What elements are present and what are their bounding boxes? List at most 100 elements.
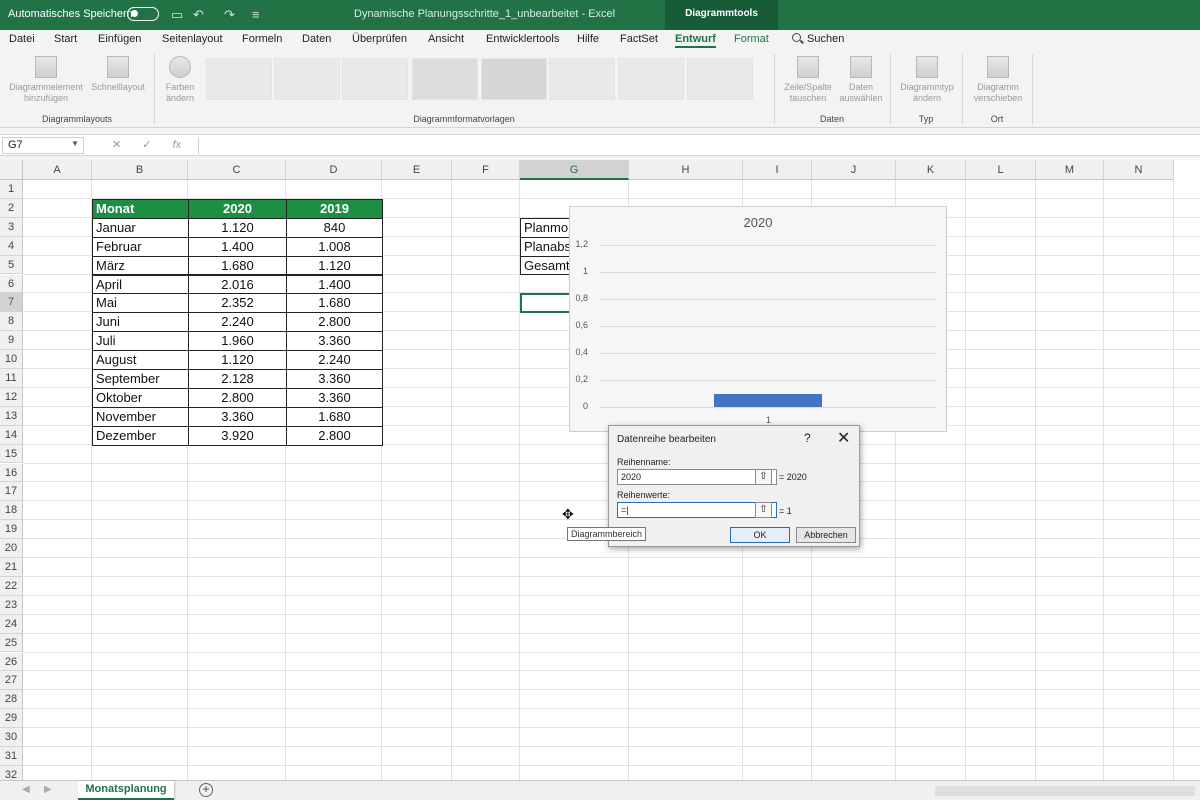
table-cell-2019[interactable]: 1.120 <box>286 255 383 276</box>
tab-hilfe[interactable]: Hilfe <box>577 33 599 45</box>
table-cell-2019[interactable]: 1.008 <box>286 236 383 257</box>
chart-style-3[interactable] <box>342 58 408 100</box>
row-header-32[interactable]: 32 <box>0 765 23 780</box>
row-header-5[interactable]: 5 <box>0 255 23 275</box>
cancel-icon[interactable]: ✕ <box>112 139 121 151</box>
row-header-1[interactable]: 1 <box>0 180 23 199</box>
row-header-24[interactable]: 24 <box>0 614 23 634</box>
save-icon[interactable]: ▭ <box>171 7 183 23</box>
table-cell-month[interactable]: Januar <box>92 217 189 238</box>
column-header-e[interactable]: E <box>382 160 452 180</box>
row-header-26[interactable]: 26 <box>0 652 23 672</box>
table-cell-2020[interactable]: 3.920 <box>188 425 287 446</box>
column-header-i[interactable]: I <box>743 160 812 180</box>
formula-input[interactable] <box>198 137 1196 154</box>
tab-entwurf[interactable]: Entwurf <box>675 33 716 48</box>
column-header-f[interactable]: F <box>452 160 520 180</box>
table-cell-2019[interactable]: 3.360 <box>286 387 383 408</box>
change-chart-type-button[interactable]: Diagrammtyp ändern <box>894 56 960 104</box>
table-cell-2020[interactable]: 3.360 <box>188 406 287 427</box>
table-header-cell[interactable]: Monat <box>92 198 189 219</box>
horizontal-scrollbar[interactable] <box>935 786 1195 796</box>
row-header-12[interactable]: 12 <box>0 387 23 407</box>
row-header-15[interactable]: 15 <box>0 444 23 464</box>
column-header-d[interactable]: D <box>286 160 382 180</box>
column-header-k[interactable]: K <box>896 160 966 180</box>
column-header-g[interactable]: G <box>520 160 629 180</box>
table-cell-month[interactable]: März <box>92 255 189 276</box>
table-cell-month[interactable]: Juni <box>92 312 189 333</box>
row-header-2[interactable]: 2 <box>0 198 23 218</box>
chart-title[interactable]: 2020 <box>570 215 946 230</box>
row-header-6[interactable]: 6 <box>0 274 23 294</box>
chart-style-1[interactable] <box>206 58 272 100</box>
row-header-19[interactable]: 19 <box>0 520 23 540</box>
table-header-cell[interactable]: 2020 <box>188 198 287 219</box>
column-header-n[interactable]: N <box>1104 160 1174 180</box>
name-box[interactable]: G7 ▼ <box>2 137 84 154</box>
column-header-m[interactable]: M <box>1036 160 1104 180</box>
tab-factset[interactable]: FactSet <box>620 33 658 45</box>
table-cell-2019[interactable]: 1.680 <box>286 293 383 314</box>
row-header-18[interactable]: 18 <box>0 501 23 521</box>
table-cell-2019[interactable]: 3.360 <box>286 369 383 389</box>
chevron-down-icon[interactable]: ▼ <box>71 139 79 148</box>
row-header-8[interactable]: 8 <box>0 312 23 332</box>
ok-button[interactable]: OK <box>730 527 790 543</box>
sheet-tab-monatsplanung[interactable]: Monatsplanung <box>78 781 174 800</box>
close-icon[interactable]: ✕ <box>837 428 850 448</box>
tab-entwicklertools[interactable]: Entwicklertools <box>486 33 559 45</box>
row-header-20[interactable]: 20 <box>0 539 23 558</box>
table-cell-2020[interactable]: 2.352 <box>188 293 287 314</box>
table-cell-2019[interactable]: 2.800 <box>286 312 383 333</box>
chart-style-6[interactable] <box>549 58 615 100</box>
table-cell-month[interactable]: Juli <box>92 331 189 352</box>
tab-daten[interactable]: Daten <box>302 33 331 45</box>
insert-function-icon[interactable]: fx <box>173 139 182 151</box>
table-cell-2019[interactable]: 840 <box>286 217 383 238</box>
table-cell-2020[interactable]: 1.120 <box>188 217 287 238</box>
row-header-7[interactable]: 7 <box>0 293 23 313</box>
column-header-b[interactable]: B <box>92 160 188 180</box>
row-header-3[interactable]: 3 <box>0 217 23 237</box>
chart-style-4[interactable] <box>412 58 478 100</box>
row-header-21[interactable]: 21 <box>0 558 23 577</box>
move-chart-button[interactable]: Diagramm verschieben <box>966 56 1030 104</box>
row-header-23[interactable]: 23 <box>0 595 23 615</box>
quick-layout-button[interactable]: Schnelllayout <box>88 56 148 93</box>
row-header-10[interactable]: 10 <box>0 350 23 369</box>
collapse-dialog-icon[interactable]: ⇧ <box>755 502 772 518</box>
row-header-28[interactable]: 28 <box>0 690 23 710</box>
customize-qat-icon[interactable]: ≡ <box>252 7 260 22</box>
table-cell-2020[interactable]: 2.128 <box>188 369 287 389</box>
row-header-30[interactable]: 30 <box>0 728 23 747</box>
chart-style-5[interactable] <box>481 58 547 100</box>
chart-area[interactable]: 2020 0 0,2 0,4 0,6 0,8 1 1,2 1 <box>569 206 947 432</box>
table-cell-month[interactable]: Dezember <box>92 425 189 446</box>
tab-start[interactable]: Start <box>54 33 77 45</box>
table-cell-2020[interactable]: 2.800 <box>188 387 287 408</box>
undo-icon[interactable]: ↶ <box>193 7 204 23</box>
series-values-input[interactable]: =| <box>617 502 777 518</box>
autosave-toggle[interactable] <box>127 7 159 21</box>
row-header-27[interactable]: 27 <box>0 671 23 691</box>
chart-style-2[interactable] <box>274 58 340 100</box>
table-cell-2020[interactable]: 2.016 <box>188 274 287 295</box>
row-header-25[interactable]: 25 <box>0 633 23 653</box>
row-header-16[interactable]: 16 <box>0 463 23 483</box>
chart-style-7[interactable] <box>618 58 684 100</box>
table-cell-2020[interactable]: 1.120 <box>188 350 287 370</box>
redo-icon[interactable]: ↷ <box>224 7 235 23</box>
table-cell-2019[interactable]: 1.400 <box>286 274 383 295</box>
series-name-input[interactable]: 2020 <box>617 469 777 485</box>
table-header-cell[interactable]: 2019 <box>286 198 383 219</box>
cancel-button[interactable]: Abbrechen <box>796 527 856 543</box>
select-all-corner[interactable] <box>0 160 23 180</box>
select-data-button[interactable]: Daten auswählen <box>836 56 886 104</box>
search-box[interactable]: Suchen <box>792 33 844 45</box>
table-cell-month[interactable]: Oktober <box>92 387 189 408</box>
table-cell-2020[interactable]: 2.240 <box>188 312 287 333</box>
column-header-a[interactable]: A <box>23 160 92 180</box>
tab-formeln[interactable]: Formeln <box>242 33 282 45</box>
table-cell-2020[interactable]: 1.680 <box>188 255 287 276</box>
